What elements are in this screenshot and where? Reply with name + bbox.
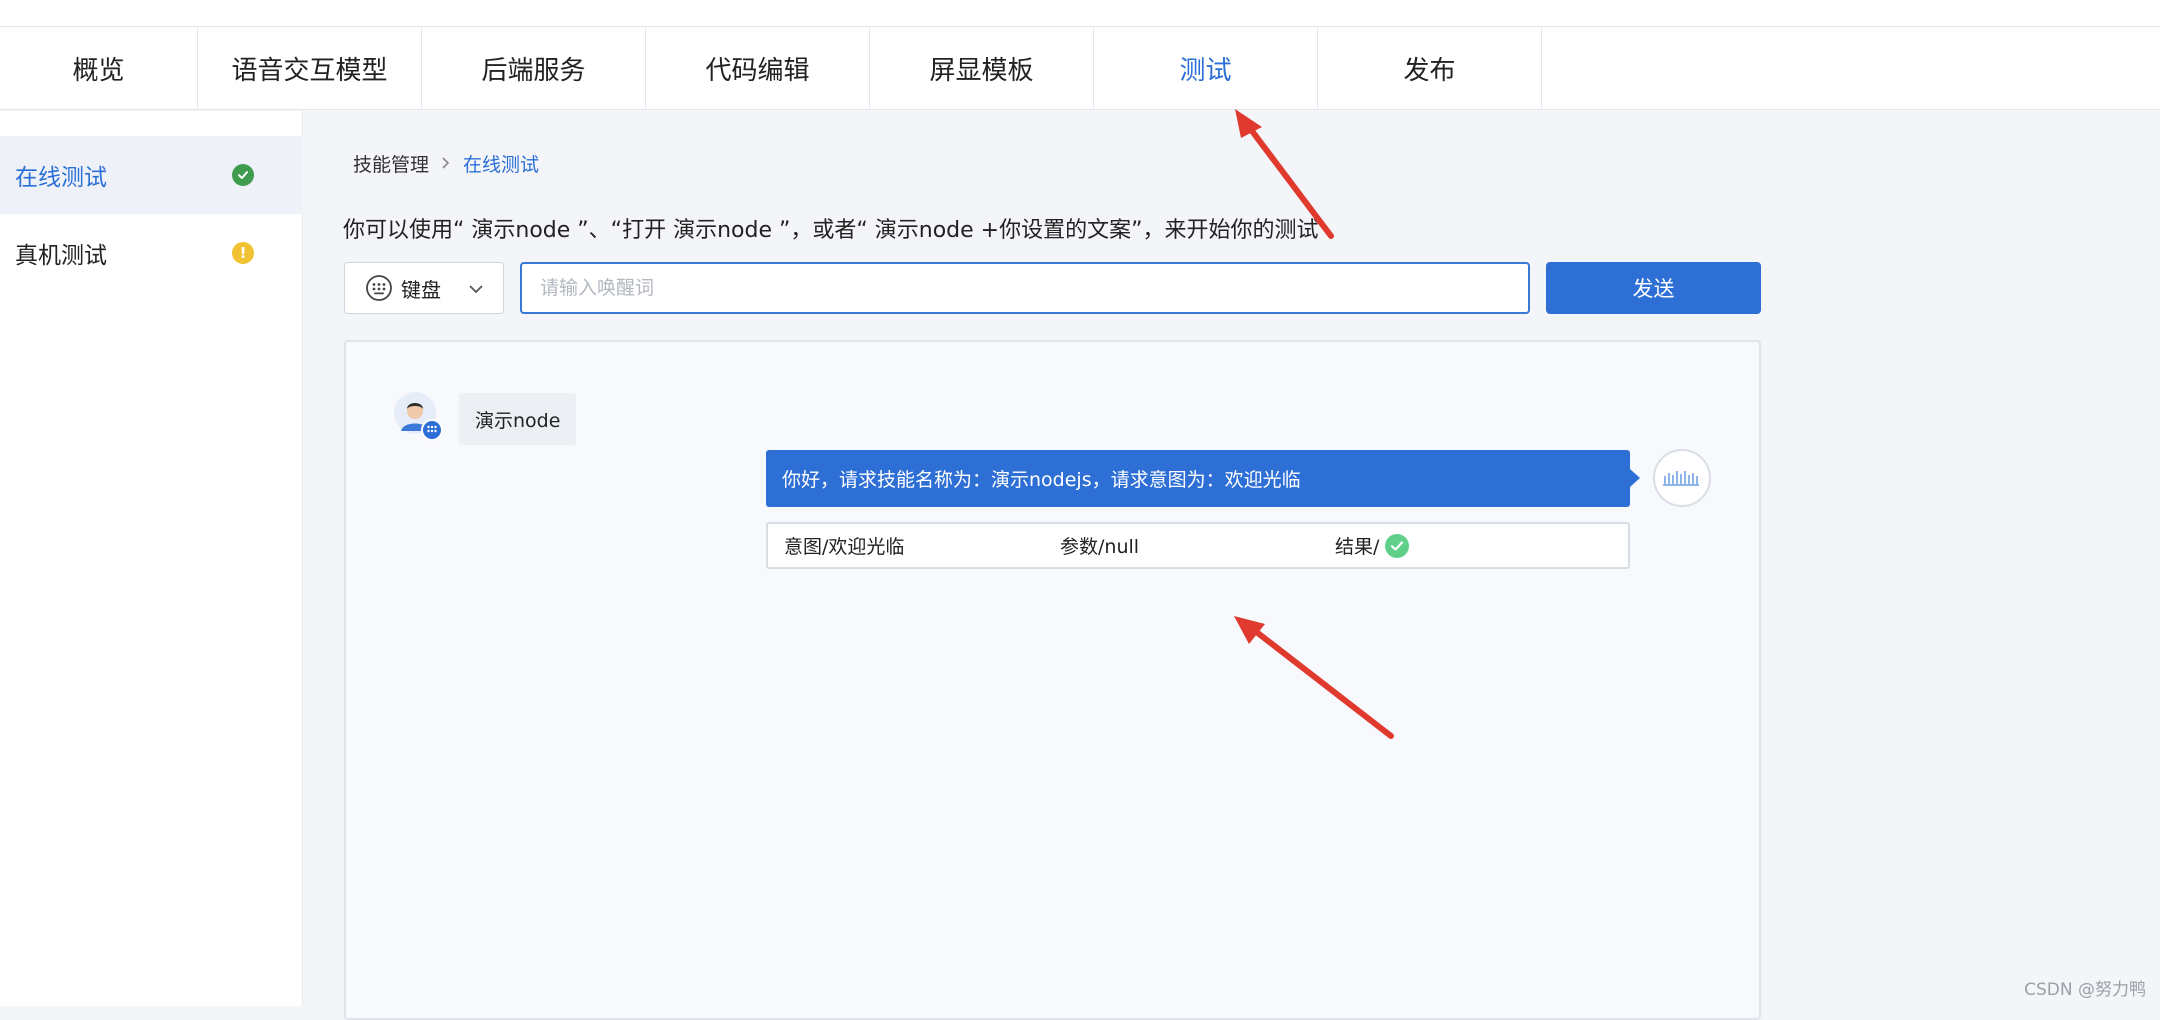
result-status: 结果/ <box>1335 524 1409 567</box>
input-mode-label: 键盘 <box>401 274 441 303</box>
sidebar-item-device-test[interactable]: 真机测试 ! <box>0 214 303 292</box>
user-avatar <box>393 391 443 441</box>
breadcrumb: 技能管理 在线测试 <box>353 150 539 176</box>
wake-word-input[interactable] <box>520 262 1530 314</box>
warning-circle-icon: ! <box>232 242 254 264</box>
sidebar: 在线测试 真机测试 ! <box>0 111 303 1006</box>
tab-overview[interactable]: 概览 <box>0 27 198 110</box>
send-button[interactable]: 发送 <box>1546 262 1761 314</box>
result-params: 参数/null <box>1060 524 1139 567</box>
result-label: 结果/ <box>1335 532 1379 559</box>
sidebar-item-label: 在线测试 <box>15 158 107 192</box>
check-circle-icon <box>1385 534 1409 558</box>
sidebar-item-online-test[interactable]: 在线测试 <box>0 136 303 214</box>
user-message-bubble: 演示node <box>459 393 576 445</box>
breadcrumb-current: 在线测试 <box>463 150 539 177</box>
main-nav-tabs: 概览 语音交互模型 后端服务 代码编辑 屏显模板 测试 发布 <box>0 27 2160 110</box>
tab-publish[interactable]: 发布 <box>1318 27 1542 110</box>
test-result-row: 意图/欢迎光临 参数/null 结果/ <box>766 522 1630 569</box>
watermark: CSDN @努力鸭 <box>2024 975 2146 1000</box>
bot-avatar <box>1653 449 1711 507</box>
tab-backend-service[interactable]: 后端服务 <box>422 27 646 110</box>
check-circle-icon <box>232 164 254 186</box>
chevron-right-icon <box>439 156 453 170</box>
result-intent: 意图/欢迎光临 <box>784 524 904 567</box>
soundwave-icon <box>1662 466 1702 490</box>
usage-hint: 你可以使用“ 演示node ”、“打开 演示node ”，或者“ 演示node … <box>343 212 1319 244</box>
bot-message-bubble: 你好，请求技能名称为：演示nodejs，请求意图为：欢迎光临 <box>766 450 1630 507</box>
tab-voice-interaction-model[interactable]: 语音交互模型 <box>198 27 422 110</box>
tab-screen-template[interactable]: 屏显模板 <box>870 27 1094 110</box>
tab-test[interactable]: 测试 <box>1094 27 1318 110</box>
tab-code-editor[interactable]: 代码编辑 <box>646 27 870 110</box>
keyboard-icon <box>365 274 393 302</box>
input-mode-select[interactable]: 键盘 <box>344 262 504 314</box>
chevron-down-icon <box>467 280 485 298</box>
breadcrumb-skill-management[interactable]: 技能管理 <box>353 150 429 177</box>
top-bar <box>0 0 2160 27</box>
sidebar-item-label: 真机测试 <box>15 236 107 270</box>
